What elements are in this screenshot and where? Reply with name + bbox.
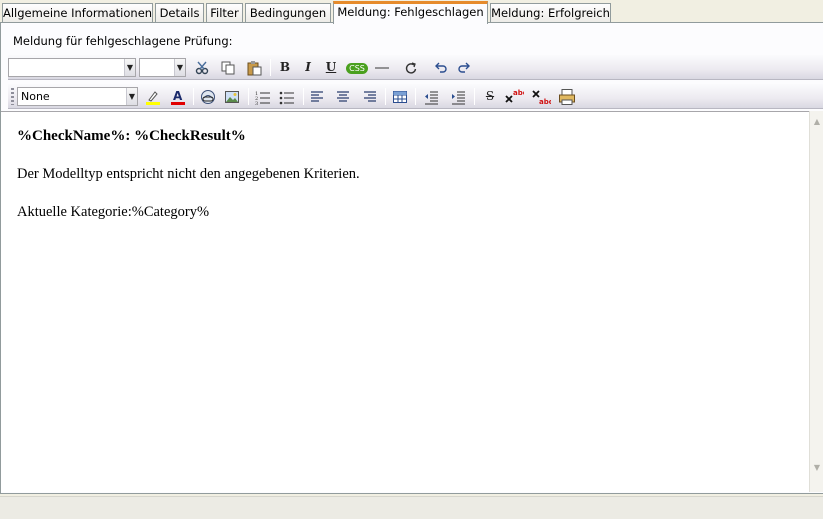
- toolbar-grip[interactable]: [11, 88, 14, 105]
- style-select[interactable]: None ▼: [17, 87, 138, 106]
- bold-button[interactable]: B: [275, 58, 295, 77]
- horizontal-rule-icon[interactable]: [372, 58, 392, 77]
- spellcheck-icon[interactable]: abc: [504, 87, 527, 106]
- numbered-list-icon[interactable]: 123: [253, 87, 273, 107]
- rich-text-editor[interactable]: %CheckName%: %CheckResult% Der Modelltyp…: [1, 111, 809, 492]
- editor-scrollbar[interactable]: ▲ ▼: [809, 111, 823, 492]
- toolbar-separator: [474, 88, 475, 105]
- bulleted-list-icon[interactable]: [277, 87, 297, 106]
- editor-line-message: Der Modelltyp entspricht nicht den angeg…: [17, 166, 360, 182]
- insert-link-icon[interactable]: [198, 87, 218, 106]
- tab-filter[interactable]: Filter: [206, 3, 243, 23]
- css-badge: CSS: [346, 63, 368, 74]
- svg-text:abc: abc: [513, 89, 524, 97]
- underline-button[interactable]: U: [321, 58, 341, 77]
- undo-icon[interactable]: [431, 58, 451, 77]
- font-color-icon[interactable]: A: [168, 87, 188, 106]
- insert-table-icon[interactable]: [390, 87, 410, 106]
- chevron-down-icon[interactable]: ▼: [124, 59, 135, 76]
- refresh-icon[interactable]: [401, 58, 421, 77]
- formatting-toolbar-1: ▼ ▼ B I U CSS: [8, 55, 823, 80]
- italic-button[interactable]: I: [298, 58, 318, 77]
- chevron-down-icon[interactable]: ▼: [126, 88, 137, 105]
- redo-icon[interactable]: [454, 58, 474, 77]
- toolbar-separator: [270, 59, 271, 76]
- outdent-icon[interactable]: [421, 87, 441, 106]
- svg-text:abc: abc: [539, 98, 551, 106]
- scroll-up-icon[interactable]: ▲: [810, 113, 823, 130]
- align-right-icon[interactable]: [360, 87, 380, 106]
- copy-icon[interactable]: [218, 58, 238, 77]
- status-bar: [0, 496, 823, 519]
- formatting-toolbar-2: None ▼ A 123 S ab abc: [8, 84, 823, 109]
- cut-icon[interactable]: [192, 58, 212, 77]
- font-name-select[interactable]: ▼: [8, 58, 136, 77]
- highlight-color-icon[interactable]: [143, 87, 163, 106]
- tab-strip: Allgemeine Informationen Details Filter …: [0, 0, 823, 24]
- scroll-down-icon[interactable]: ▼: [810, 459, 823, 476]
- toolbar-separator: [303, 88, 304, 105]
- print-icon[interactable]: [557, 87, 577, 106]
- font-size-select[interactable]: ▼: [139, 58, 186, 77]
- tab-meldung-erfolgreich[interactable]: Meldung: Erfolgreich: [490, 3, 611, 23]
- align-left-icon[interactable]: [307, 87, 327, 106]
- align-center-icon[interactable]: [333, 87, 353, 106]
- chevron-down-icon[interactable]: ▼: [174, 59, 185, 76]
- toolbar-separator: [415, 88, 416, 105]
- strikethrough-icon[interactable]: S: [480, 87, 500, 106]
- panel-label: Meldung für fehlgeschlagene Prüfung:: [13, 34, 233, 48]
- css-button[interactable]: CSS: [344, 58, 370, 77]
- toolbar-separator: [385, 88, 386, 105]
- editor-line-heading: %CheckName%: %CheckResult%: [17, 128, 246, 144]
- svg-text:3: 3: [255, 101, 258, 105]
- style-value: None: [21, 90, 50, 103]
- toolbar-separator: [248, 88, 249, 105]
- paste-icon[interactable]: [244, 58, 264, 77]
- indent-icon[interactable]: [448, 87, 468, 106]
- insert-image-icon[interactable]: [222, 87, 242, 106]
- tab-bedingungen[interactable]: Bedingungen: [245, 3, 331, 23]
- remove-format-icon[interactable]: abc: [531, 87, 553, 106]
- tab-meldung-fehlgeschlagen[interactable]: Meldung: Fehlgeschlagen: [333, 1, 488, 24]
- editor-line-category: Aktuelle Kategorie:%Category%: [17, 204, 210, 220]
- tab-allgemeine-informationen[interactable]: Allgemeine Informationen: [2, 3, 153, 23]
- svg-text:A: A: [173, 89, 183, 103]
- tab-details[interactable]: Details: [155, 3, 204, 23]
- toolbar-separator: [193, 88, 194, 105]
